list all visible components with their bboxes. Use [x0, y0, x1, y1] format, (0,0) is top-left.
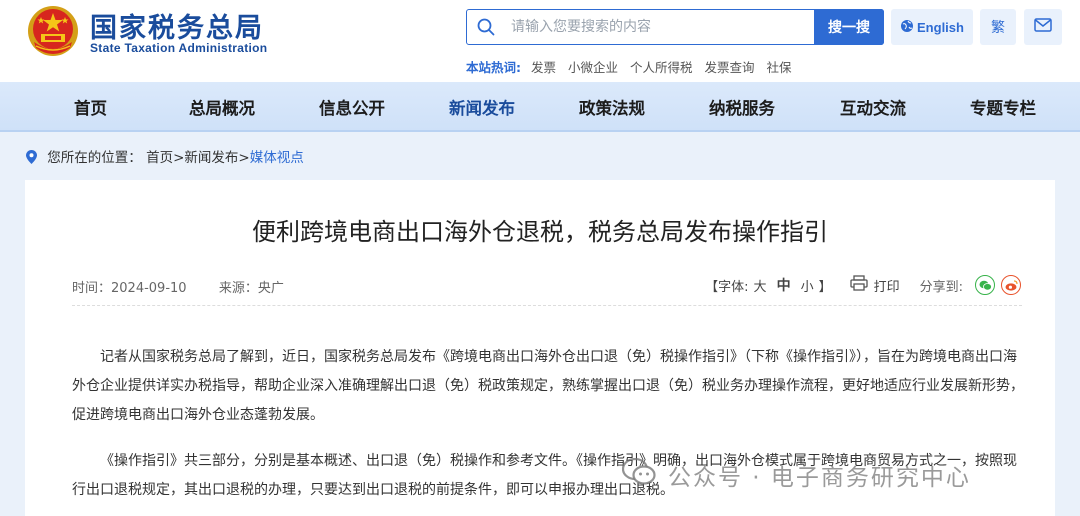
- hot-word-link[interactable]: 发票: [531, 60, 556, 75]
- english-version-button[interactable]: English: [891, 9, 973, 45]
- site-logo-english[interactable]: State Taxation Administration: [90, 41, 267, 55]
- nav-item-tax-service[interactable]: 纳税服务: [709, 95, 775, 119]
- source-label: 来源：: [218, 281, 258, 296]
- breadcrumb-prefix: 您所在的位置：: [47, 150, 142, 166]
- hot-words-label: 本站热词:: [466, 60, 521, 75]
- wechat-logo-icon: [621, 457, 656, 492]
- site-logo-chinese[interactable]: 国家税务总局: [90, 6, 264, 45]
- breadcrumb: 您所在的位置： 首页>新闻发布>媒体视点: [26, 146, 304, 168]
- wechat-share-icon[interactable]: [975, 275, 995, 295]
- font-size-label: 【字体:: [705, 279, 749, 295]
- nav-item-policy[interactable]: 政策法规: [579, 95, 645, 119]
- hot-words-bar: 本站热词: 发票 小微企业 个人所得税 发票查询 社保: [466, 57, 800, 76]
- wechat-watermark: 公众号 · 电子商务研究中心: [621, 455, 1062, 495]
- nav-item-topics[interactable]: 专题专栏: [970, 95, 1036, 119]
- source-value: 央广: [257, 281, 284, 296]
- mail-icon: [1034, 18, 1052, 36]
- font-size-label-close: 】: [818, 279, 832, 295]
- font-medium-button[interactable]: 中: [777, 275, 791, 295]
- watermark-text: 公众号 · 电子商务研究中心: [668, 465, 971, 491]
- publish-date: 2024-09-10: [111, 281, 187, 296]
- time-label: 时间：: [72, 281, 112, 296]
- search-input[interactable]: [511, 16, 811, 38]
- english-label: English: [917, 19, 964, 35]
- font-large-button[interactable]: 大: [754, 276, 767, 295]
- breadcrumb-current[interactable]: 媒体视点: [250, 150, 304, 166]
- share-label: 分享到:: [919, 279, 963, 295]
- font-small-button[interactable]: 小: [801, 276, 814, 295]
- globe-icon: [900, 19, 914, 36]
- national-emblem-icon[interactable]: [26, 4, 80, 58]
- breadcrumb-separator: >: [173, 150, 185, 166]
- print-icon[interactable]: [849, 275, 868, 295]
- hot-word-link[interactable]: 小微企业: [568, 60, 618, 75]
- weibo-share-icon[interactable]: [1001, 275, 1021, 295]
- hot-word-link[interactable]: 个人所得税: [630, 60, 693, 75]
- meta-divider: [72, 305, 1022, 306]
- hot-word-link[interactable]: 社保: [766, 60, 791, 75]
- article-paragraph: 记者从国家税务总局了解到，近日，国家税务总局发布《跨境电商出口海外仓出口退（免）…: [72, 349, 1024, 423]
- traditional-chinese-button[interactable]: 繁: [980, 9, 1016, 45]
- breadcrumb-home-link[interactable]: 首页: [146, 150, 173, 166]
- article-meta: 时间：2024-09-10 来源：央广: [72, 277, 284, 296]
- nav-item-overview[interactable]: 总局概况: [189, 95, 255, 119]
- site-header: 国家税务总局 State Taxation Administration 搜一搜…: [0, 0, 1080, 82]
- article-tools: 【字体: 大 中 小 】 打印 分享到:: [705, 274, 1021, 296]
- hot-word-link[interactable]: 发票查询: [704, 60, 754, 75]
- article-title: 便利跨境电商出口海外仓退税，税务总局发布操作指引: [252, 218, 828, 246]
- nav-item-home[interactable]: 首页: [74, 95, 107, 119]
- main-navigation: 首页 总局概况 信息公开 新闻发布 政策法规 纳税服务 互动交流 专题专栏: [0, 82, 1080, 132]
- search-box: 搜一搜: [466, 9, 884, 45]
- search-icon: [477, 18, 495, 36]
- breadcrumb-separator: >: [238, 150, 250, 166]
- nav-item-news[interactable]: 新闻发布: [449, 95, 515, 119]
- nav-item-disclosure[interactable]: 信息公开: [319, 95, 385, 119]
- search-button[interactable]: 搜一搜: [814, 9, 884, 45]
- breadcrumb-news-link[interactable]: 新闻发布: [184, 150, 238, 166]
- print-button[interactable]: 打印: [874, 276, 900, 295]
- location-pin-icon: [26, 150, 37, 168]
- nav-item-interaction[interactable]: 互动交流: [840, 95, 906, 119]
- mail-button[interactable]: [1024, 9, 1062, 45]
